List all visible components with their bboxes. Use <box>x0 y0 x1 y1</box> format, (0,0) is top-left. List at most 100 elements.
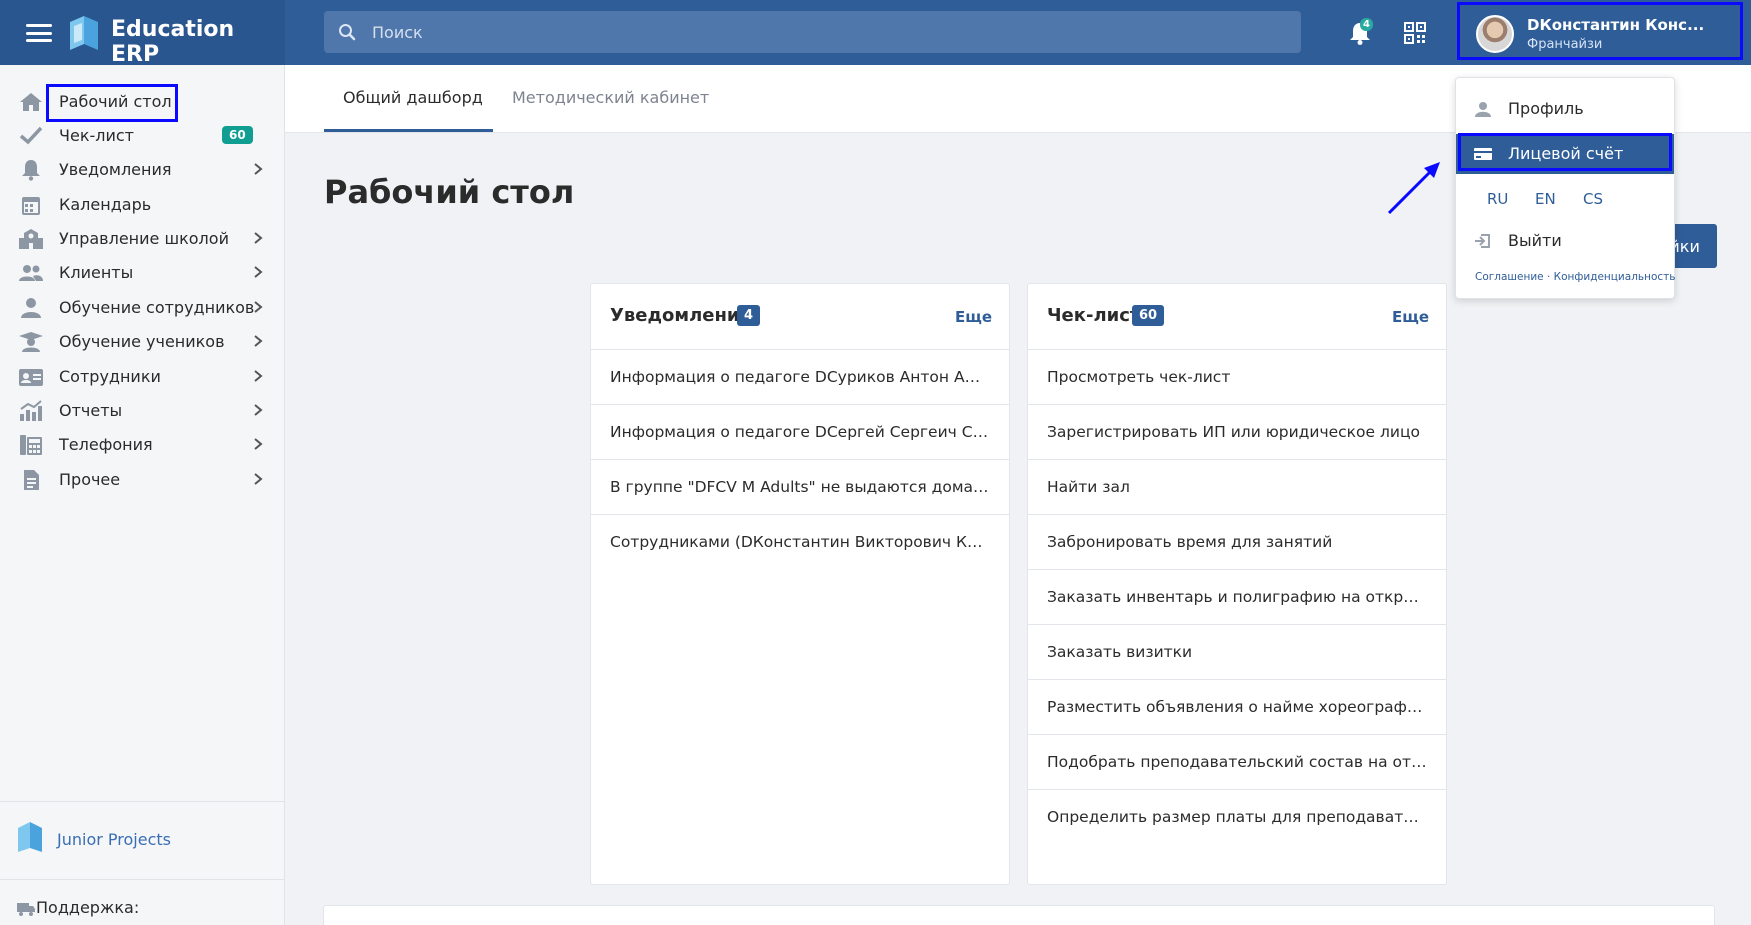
card-header: Чек-лист 60 Еще <box>1028 284 1446 350</box>
list-item[interactable]: Заказать инвентарь и полиграфию на откры… <box>1028 570 1446 625</box>
chevron-right-icon <box>254 232 263 244</box>
tab-general-dashboard[interactable]: Общий дашборд <box>343 88 483 107</box>
credit-card-icon <box>1474 148 1492 160</box>
tab-methodical-cabinet[interactable]: Методический кабинет <box>512 88 709 107</box>
privacy-link[interactable]: Конфиденциальность <box>1554 271 1676 283</box>
card-title: Чек-лист <box>1047 305 1141 326</box>
sidebar-item-checklist[interactable]: Чек-лист 60 <box>0 118 285 154</box>
sidebar-item-student-training[interactable]: Обучение учеников <box>0 324 285 360</box>
calendar-icon <box>22 197 40 215</box>
notifications-card: Уведомления 4 Еще Информация о педагоге … <box>590 283 1010 885</box>
user-role: Франчайзи <box>1527 37 1603 52</box>
sidebar-item-label: Отчеты <box>59 401 123 420</box>
sidebar-item-label: Клиенты <box>59 263 134 282</box>
chevron-right-icon <box>254 438 263 450</box>
list-item[interactable]: Заказать визитки <box>1028 625 1446 680</box>
list-item[interactable]: Подобрать преподавательский состав на от… <box>1028 735 1446 790</box>
agreement-link[interactable]: Соглашение <box>1475 271 1544 283</box>
sidebar-item-label: Сотрудники <box>59 367 161 386</box>
list-item[interactable]: Просмотреть чек-лист <box>1028 350 1446 405</box>
sidebar-item-label: Чек-лист <box>59 126 134 145</box>
list-item[interactable]: Зарегистрировать ИП или юридическое лицо <box>1028 405 1446 460</box>
sidebar-item-notifications[interactable]: Уведомления <box>0 152 285 188</box>
notifications-badge: 4 <box>1360 18 1373 31</box>
school-icon <box>19 229 43 249</box>
home-icon <box>20 93 42 111</box>
logo-icon <box>70 16 98 50</box>
logout-icon <box>1475 234 1490 248</box>
user-tie-icon <box>21 298 41 318</box>
graduate-icon <box>19 332 43 352</box>
links-separator: · <box>1543 271 1554 283</box>
bottom-widget <box>323 905 1715 925</box>
card-badge: 4 <box>737 305 761 326</box>
page-title: Рабочий стол <box>324 173 575 211</box>
phone-icon <box>20 435 42 455</box>
hamburger-menu-icon[interactable] <box>26 24 52 42</box>
divider <box>0 801 285 802</box>
list-item[interactable]: Забронировать время для занятий <box>1028 515 1446 570</box>
users-icon <box>19 265 43 281</box>
checklist-card: Чек-лист 60 Еще Просмотреть чек-лист Зар… <box>1027 283 1447 885</box>
more-link[interactable]: Еще <box>955 308 992 326</box>
list-item[interactable]: Определить размер платы для преподавател… <box>1028 790 1446 845</box>
user-dropdown-menu: Профиль Лицевой счёт RU EN CS Выйти Согл… <box>1455 77 1675 299</box>
card-badge: 60 <box>1132 305 1165 326</box>
checklist-badge: 60 <box>222 126 253 144</box>
card-title: Уведомления <box>610 305 752 326</box>
sidebar-item-label: Управление школой <box>59 229 229 248</box>
list-item[interactable]: Сотрудниками (DКонстантин Викторович Кон… <box>591 515 1009 570</box>
chevron-right-icon <box>254 301 263 313</box>
check-icon <box>19 126 43 145</box>
id-card-icon <box>19 369 43 386</box>
lang-ru[interactable]: RU <box>1487 190 1508 208</box>
search-bar[interactable] <box>324 11 1301 53</box>
user-icon <box>1475 102 1491 117</box>
truck-icon <box>17 903 35 916</box>
sidebar-item-label: Рабочий стол <box>59 92 172 111</box>
divider <box>0 879 285 880</box>
lang-en[interactable]: EN <box>1535 190 1556 208</box>
sidebar-item-label: Обучение сотрудников <box>59 298 255 317</box>
qr-code-icon[interactable] <box>1404 22 1426 44</box>
bell-icon <box>22 160 40 181</box>
chart-icon <box>20 400 42 421</box>
menu-item-logout[interactable]: Выйти <box>1456 221 1674 261</box>
lang-cs[interactable]: CS <box>1583 190 1603 208</box>
sidebar-item-label: Обучение учеников <box>59 332 225 351</box>
sidebar-item-label: Прочее <box>59 470 121 489</box>
menu-item-profile[interactable]: Профиль <box>1456 89 1674 129</box>
menu-item-label: Лицевой счёт <box>1508 144 1624 163</box>
search-input[interactable] <box>372 19 1272 45</box>
active-tab-indicator <box>324 129 493 132</box>
legal-links: Соглашение · Конфиденциальность <box>1475 271 1675 283</box>
brand-area: Education ERP <box>0 0 285 67</box>
search-icon <box>339 24 356 41</box>
sidebar-item-label: Уведомления <box>59 160 172 179</box>
sidebar: Рабочий стол Чек-лист 60 Уведомления Кал… <box>0 65 285 925</box>
list-item[interactable]: Найти зал <box>1028 460 1446 515</box>
menu-item-label: Профиль <box>1508 99 1584 118</box>
chevron-right-icon <box>254 473 263 485</box>
sidebar-item-calendar[interactable]: Календарь <box>0 187 285 223</box>
sidebar-item-other[interactable]: Прочее <box>0 462 285 498</box>
top-bar: Education ERP 4 DКонстантин Конс... Фран… <box>0 0 1751 67</box>
sidebar-item-telephony[interactable]: Телефония <box>0 427 285 463</box>
list-item[interactable]: В группе "DFCV M Adults" не выдаются дом… <box>591 460 1009 515</box>
junior-projects-link[interactable]: Junior Projects <box>57 830 171 849</box>
chevron-right-icon <box>254 163 263 175</box>
sidebar-item-clients[interactable]: Клиенты <box>0 255 285 291</box>
menu-item-label: Выйти <box>1508 231 1562 250</box>
list-item[interactable]: Разместить объявления о найме хореографо… <box>1028 680 1446 735</box>
user-menu-button[interactable]: DКонстантин Конс... Франчайзи <box>1457 2 1743 60</box>
sidebar-item-school-management[interactable]: Управление школой <box>0 221 285 257</box>
sidebar-item-staff-training[interactable]: Обучение сотрудников <box>0 290 285 326</box>
sidebar-item-dashboard[interactable]: Рабочий стол <box>0 84 285 120</box>
chevron-right-icon <box>254 335 263 347</box>
menu-item-personal-account[interactable]: Лицевой счёт <box>1456 134 1674 174</box>
list-item[interactable]: Информация о педагоге DСергей Сергеич Се… <box>591 405 1009 460</box>
list-item[interactable]: Информация о педагоге DСуриков Антон Ант… <box>591 350 1009 405</box>
sidebar-item-employees[interactable]: Сотрудники <box>0 359 285 395</box>
more-link[interactable]: Еще <box>1392 308 1429 326</box>
sidebar-item-reports[interactable]: Отчеты <box>0 393 285 429</box>
